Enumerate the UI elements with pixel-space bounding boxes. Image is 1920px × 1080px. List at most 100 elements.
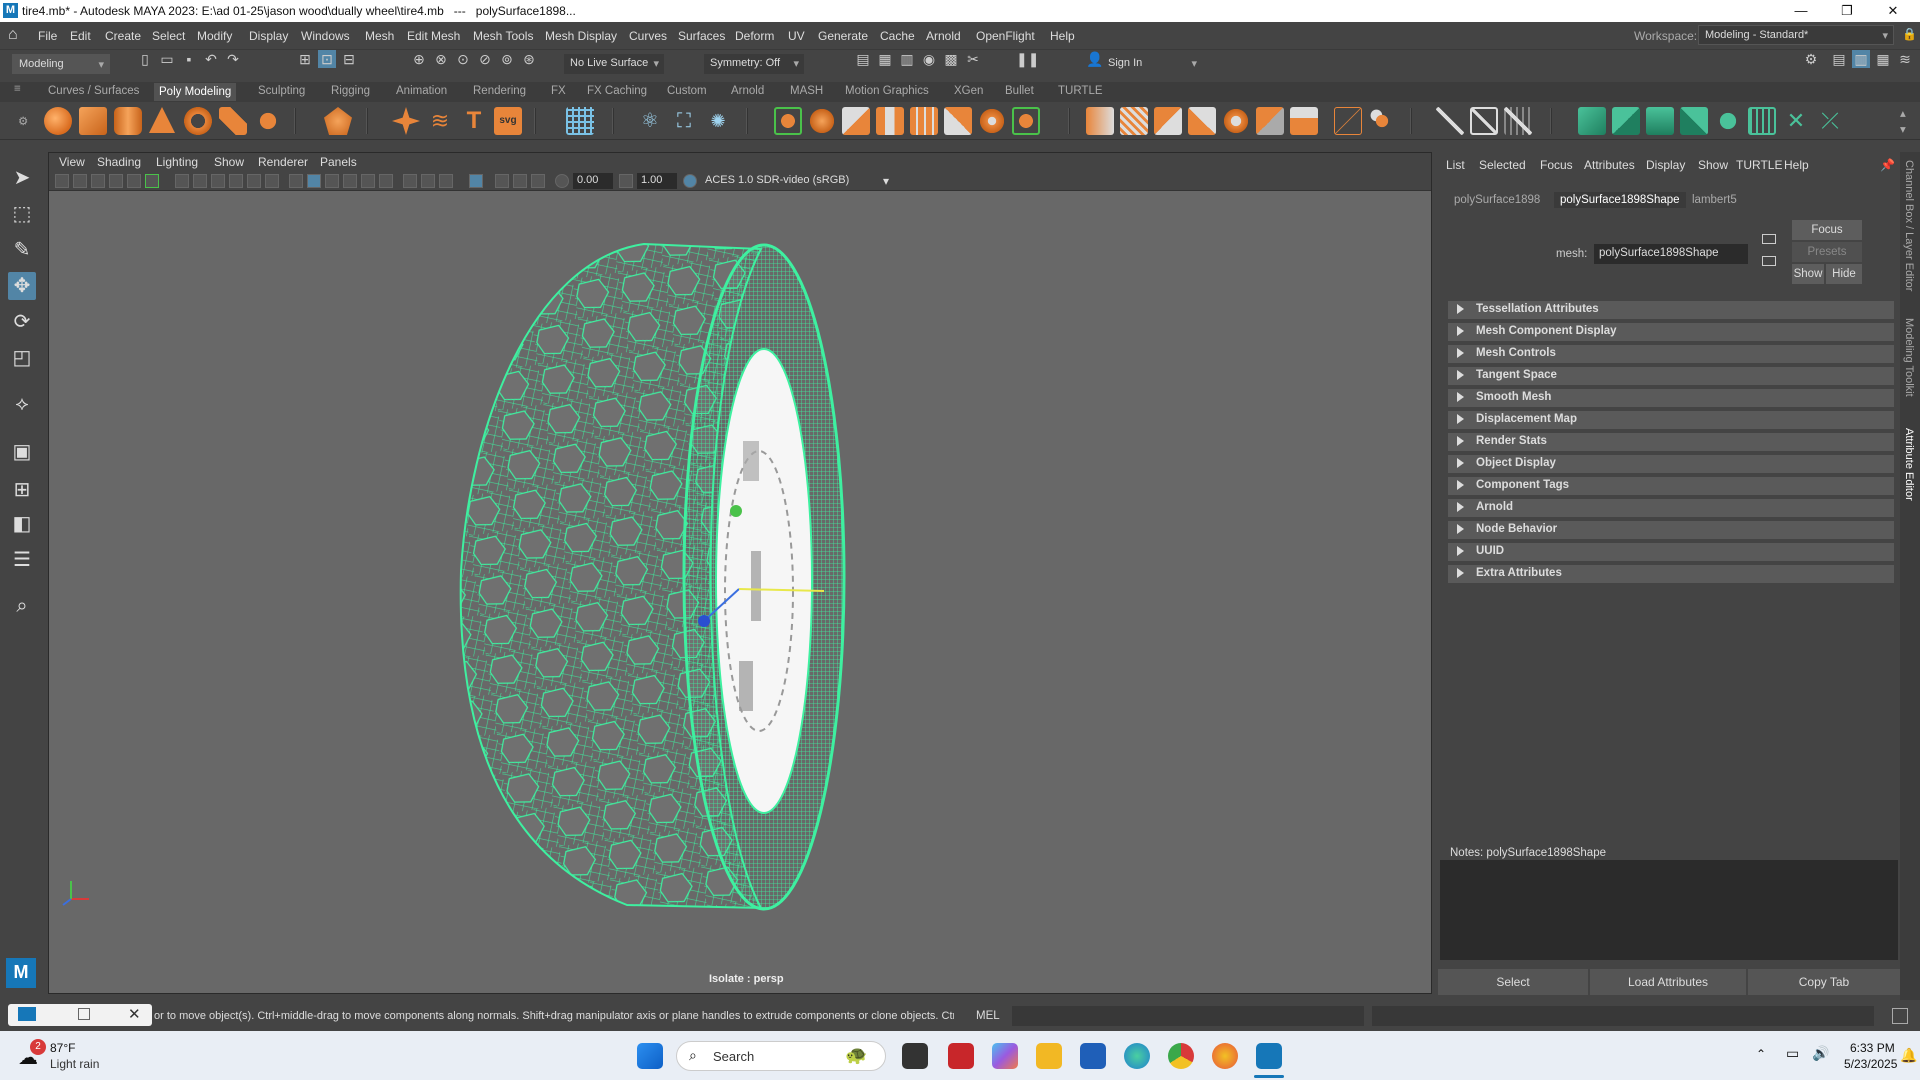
poly-torus-icon[interactable] xyxy=(184,107,212,135)
viewport-menu-show[interactable]: Show xyxy=(214,155,244,169)
menu-arnold[interactable]: Arnold xyxy=(926,29,961,43)
grease-pencil-icon[interactable] xyxy=(127,174,141,188)
poly-disc-icon[interactable] xyxy=(254,107,282,135)
rotate-tool-icon[interactable]: ⟳ xyxy=(8,308,36,336)
tab-fx[interactable]: FX xyxy=(551,85,566,97)
section-extra-attributes[interactable]: Extra Attributes xyxy=(1448,565,1894,583)
render-view-icon[interactable]: ▤ xyxy=(854,50,872,68)
menu-display[interactable]: Display xyxy=(249,29,288,43)
viewport-panel[interactable]: View Shading Lighting Show Renderer Pane… xyxy=(48,152,1432,994)
menu-generate[interactable]: Generate xyxy=(818,29,868,43)
poke-icon[interactable] xyxy=(1086,107,1114,135)
tab-custom[interactable]: Custom xyxy=(667,85,707,97)
tab-arnold[interactable]: Arnold xyxy=(731,85,764,97)
tab-bullet[interactable]: Bullet xyxy=(1005,85,1034,97)
textured-icon[interactable] xyxy=(343,174,357,188)
ae-menu-turtle[interactable]: TURTLE xyxy=(1736,158,1782,172)
snap-together-icon[interactable] xyxy=(1714,107,1742,135)
menu-help[interactable]: Help xyxy=(1050,29,1075,43)
ae-menu-attributes[interactable]: Attributes xyxy=(1584,158,1635,172)
sculpt-brush-icon[interactable] xyxy=(1436,107,1464,135)
wireframe-icon[interactable] xyxy=(289,174,303,188)
node-tab-shape[interactable]: polySurface1898Shape xyxy=(1554,192,1686,208)
tab-mash[interactable]: MASH xyxy=(790,85,823,97)
section-smooth-mesh[interactable]: Smooth Mesh xyxy=(1448,389,1894,407)
image-plane-icon[interactable] xyxy=(109,174,123,188)
notes-textarea[interactable] xyxy=(1440,860,1898,960)
restore-icon[interactable] xyxy=(78,1008,90,1020)
tab-sculpting[interactable]: Sculpting xyxy=(258,85,305,97)
screen-space-ao-icon[interactable] xyxy=(495,174,509,188)
tab-curves-surfaces[interactable]: Curves / Surfaces xyxy=(48,85,139,97)
bridge-icon[interactable] xyxy=(808,107,836,135)
fill-hole-icon[interactable] xyxy=(876,107,904,135)
snap-plane-icon[interactable]: ⊛ xyxy=(520,50,538,68)
viewport-menu-shading[interactable]: Shading xyxy=(97,155,141,169)
firefox-icon[interactable] xyxy=(1212,1043,1238,1069)
store-icon[interactable] xyxy=(1080,1043,1106,1069)
target-weld-icon[interactable] xyxy=(978,107,1006,135)
channel-box-icon[interactable]: ▥ xyxy=(1852,50,1870,68)
four-view-layout-icon[interactable]: ⊞ xyxy=(8,476,36,504)
xray-components-icon[interactable] xyxy=(439,174,453,188)
ipr-render-icon[interactable]: ▥ xyxy=(898,50,916,68)
symmetry-dropdown[interactable]: Symmetry: Off xyxy=(704,54,804,74)
select-button[interactable]: Select xyxy=(1438,969,1588,995)
ae-menu-list[interactable]: List xyxy=(1446,158,1465,172)
ae-menu-help[interactable]: Help xyxy=(1784,158,1809,172)
menu-cache[interactable]: Cache xyxy=(880,29,915,43)
shelf-scroll-up-icon[interactable]: ▴ xyxy=(1900,106,1906,120)
select-hierarchy-icon[interactable]: ⊞ xyxy=(296,50,314,68)
menu-file[interactable]: File xyxy=(38,29,57,43)
node-tab-transform[interactable]: polySurface1898 xyxy=(1448,192,1546,208)
menu-edit[interactable]: Edit xyxy=(70,29,91,43)
file-explorer-icon[interactable] xyxy=(1036,1043,1062,1069)
single-perspective-layout-icon[interactable]: ▣ xyxy=(8,438,36,466)
maya-home-icon[interactable]: M xyxy=(6,958,36,988)
select-node-icon[interactable] xyxy=(1762,234,1776,244)
notification-bell-icon[interactable]: 🔔 xyxy=(1900,1047,1917,1064)
minimize-button[interactable]: — xyxy=(1778,0,1824,22)
menu-uv[interactable]: UV xyxy=(788,29,805,43)
select-camera-icon[interactable] xyxy=(55,174,69,188)
freeze-transforms-icon[interactable] xyxy=(1646,107,1674,135)
grid-tool-icon[interactable] xyxy=(566,107,594,135)
tool-settings-icon[interactable]: ▦ xyxy=(1874,50,1892,68)
viewport-menu-renderer[interactable]: Renderer xyxy=(258,155,308,169)
film-gate-icon[interactable] xyxy=(193,174,207,188)
section-node-behavior[interactable]: Node Behavior xyxy=(1448,521,1894,539)
chevron-down-icon[interactable]: ▾ xyxy=(883,174,889,188)
menu-edit-mesh[interactable]: Edit Mesh xyxy=(407,29,460,43)
show-button[interactable]: Show xyxy=(1792,264,1824,284)
snap-grid-icon[interactable]: ⊕ xyxy=(410,50,428,68)
move-tool-icon[interactable]: ✥ xyxy=(8,272,36,300)
lasso-tool-icon[interactable]: ⬚ xyxy=(8,200,36,228)
ae-menu-selected[interactable]: Selected xyxy=(1479,158,1526,172)
node-tab-material[interactable]: lambert5 xyxy=(1686,192,1743,208)
anti-aliasing-icon[interactable] xyxy=(531,174,545,188)
super-shape-icon[interactable] xyxy=(392,107,420,135)
poly-cone-icon[interactable] xyxy=(149,107,175,133)
menu-surfaces[interactable]: Surfaces xyxy=(678,29,725,43)
crease-icon[interactable] xyxy=(1188,107,1216,135)
shelf-menu-icon[interactable]: ≡ xyxy=(14,83,21,95)
menu-modify[interactable]: Modify xyxy=(197,29,232,43)
uv-editor-icon[interactable] xyxy=(1470,107,1498,135)
safe-action-icon[interactable] xyxy=(265,174,279,188)
menu-mesh-tools[interactable]: Mesh Tools xyxy=(473,29,533,43)
snap-surface-icon[interactable]: ⊚ xyxy=(498,50,516,68)
live-surface-field[interactable]: No Live Surface xyxy=(564,54,664,74)
outliner-icon[interactable]: ☰ xyxy=(8,546,36,574)
tab-animation[interactable]: Animation xyxy=(396,85,447,97)
section-mesh-controls[interactable]: Mesh Controls xyxy=(1448,345,1894,363)
bevel-icon[interactable] xyxy=(842,107,870,135)
hypershade-icon[interactable]: ▩ xyxy=(942,50,960,68)
mirror-icon[interactable] xyxy=(1012,107,1040,135)
tab-attribute-editor[interactable]: Attribute Editor xyxy=(1903,428,1915,501)
viewport-menu-panels[interactable]: Panels xyxy=(320,155,357,169)
select-tool-icon[interactable]: ➤ xyxy=(8,164,36,192)
align-icon[interactable]: ✕ xyxy=(1782,107,1810,135)
task-view-icon[interactable] xyxy=(902,1043,928,1069)
arnold-render-icon[interactable]: ✂ xyxy=(964,50,982,68)
network-icon[interactable]: ▭ xyxy=(1786,1045,1799,1062)
